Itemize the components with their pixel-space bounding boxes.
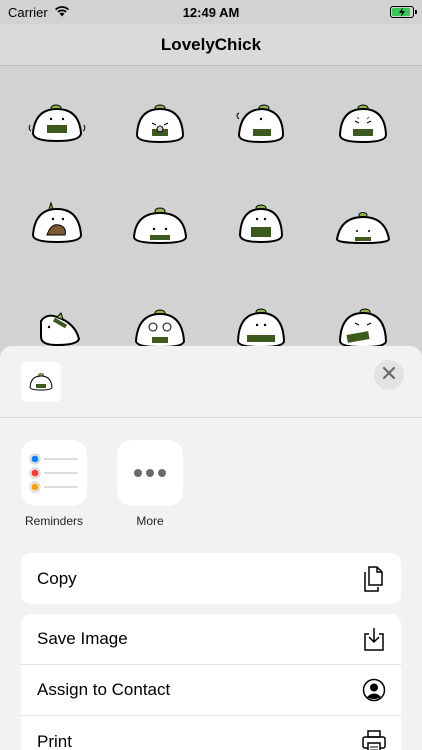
share-apps-row: Reminders More (21, 440, 183, 528)
sticker-chick[interactable] (27, 95, 87, 155)
action-print[interactable]: Print (21, 716, 401, 750)
share-sheet: Reminders More Copy Save Image Assign to… (0, 346, 422, 750)
status-left: Carrier (8, 5, 70, 20)
sticker-chick[interactable] (231, 195, 291, 255)
sticker-grid (0, 67, 422, 367)
page-title: LovelyChick (160, 34, 262, 54)
sticker-chick[interactable] (333, 195, 393, 255)
action-group-copy: Copy (21, 553, 401, 604)
action-label: Assign to Contact (37, 680, 171, 699)
navigation-bar: LovelyChick (0, 24, 422, 66)
share-sheet-header (0, 346, 422, 418)
sticker-chick[interactable] (231, 95, 291, 155)
action-save-image[interactable]: Save Image (21, 614, 401, 665)
action-assign-contact[interactable]: Assign to Contact (21, 665, 401, 716)
sticker-chick[interactable] (130, 195, 190, 255)
status-bar: Carrier 12:49 AM (0, 0, 422, 24)
wifi-icon (54, 5, 70, 20)
app-label: More (136, 514, 164, 528)
more-icon (117, 440, 183, 506)
action-label: Print (37, 731, 72, 750)
close-icon (382, 366, 396, 385)
action-group-main: Save Image Assign to Contact Print (21, 614, 401, 750)
app-reminders[interactable]: Reminders (21, 440, 87, 528)
app-label: Reminders (24, 514, 84, 528)
print-icon (361, 729, 387, 750)
reminders-icon (21, 440, 87, 506)
sticker-chick[interactable] (27, 195, 87, 255)
sticker-chick[interactable] (333, 95, 393, 155)
carrier-label: Carrier (8, 4, 48, 20)
save-image-icon (361, 626, 387, 652)
sticker-chick[interactable] (130, 95, 190, 155)
copy-icon (361, 565, 387, 592)
action-copy[interactable]: Copy (21, 553, 401, 604)
close-button[interactable] (374, 360, 404, 390)
app-more[interactable]: More (117, 440, 183, 528)
contact-icon (361, 677, 387, 703)
sticker-thumbnail (21, 362, 61, 402)
action-label: Save Image (37, 629, 128, 648)
action-label: Copy (37, 568, 77, 588)
battery-icon (390, 6, 417, 18)
